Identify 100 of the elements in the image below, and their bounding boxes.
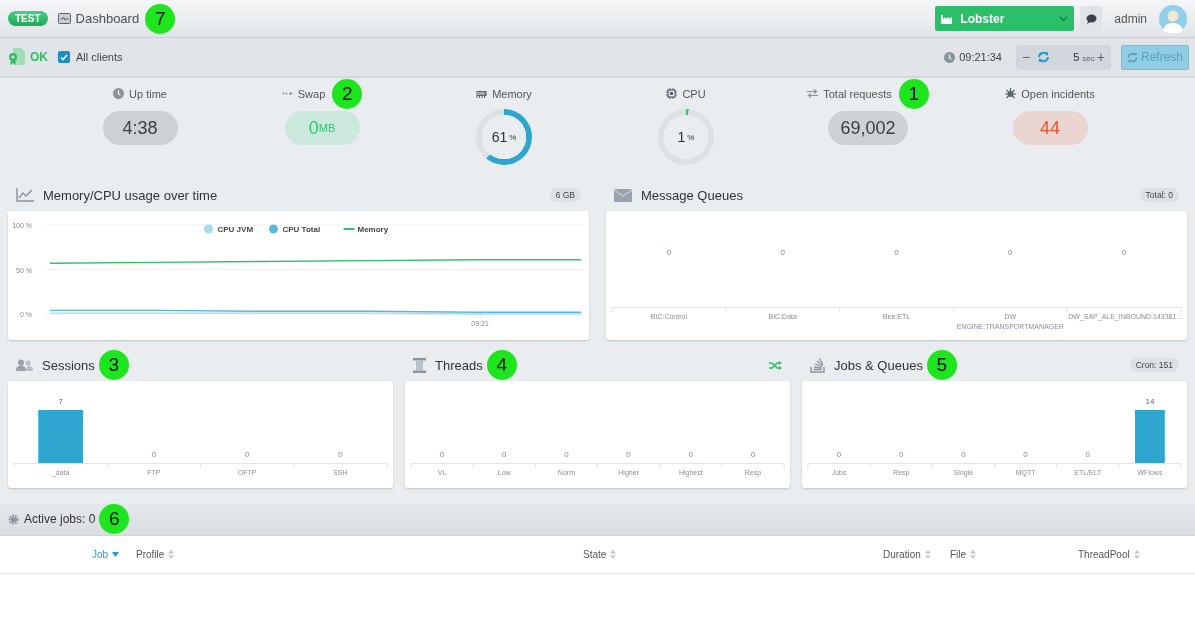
spool-icon [413,357,426,373]
panel-title: Sessions [42,357,95,373]
column-header[interactable]: File [950,549,1078,560]
data-label: 0 [666,248,672,258]
user-avatar[interactable] [1159,4,1187,33]
certificate-icon [8,48,25,66]
users-icon [16,359,33,371]
clock-time: 09:21:34 [959,51,1002,63]
sort-icon [168,550,175,559]
bar [38,410,83,463]
environment-badge: TEST [8,11,48,26]
data-label: 0 [780,248,785,258]
data-label: 0 [750,450,756,459]
number-marker: 2 [332,78,363,109]
page-title: Dashboard [75,11,140,26]
panel-title: Memory/CPU usage over time [43,187,218,203]
exchange-icon [807,88,819,99]
panel-title: Message Queues [641,187,743,203]
check-icon [60,53,68,61]
checkbox[interactable] [58,51,70,63]
burst-icon [1005,88,1017,99]
decrease-button[interactable]: − [1019,50,1033,64]
stat-value: 0MB [284,111,360,145]
factory-icon [941,13,955,24]
data-label: 0 [151,450,157,459]
legend-label: Memory [357,225,389,234]
clock-icon [944,51,956,63]
number-marker: 6 [99,504,130,534]
user-name: admin [1114,11,1147,26]
data-label: 0 [961,450,966,459]
data-label: 0 [1121,248,1127,258]
stat-label: Up time [129,87,167,100]
stat-label: Memory [492,87,532,100]
column-header[interactable]: ThreadPool [1078,549,1195,560]
chat-icon [1085,13,1097,24]
data-label: 0 [894,248,899,258]
number-marker: 1 [898,78,929,109]
data-label: 14 [1145,397,1155,406]
sort-icon [610,550,617,559]
gauge: 61% [476,109,532,165]
stat-label: Swap [297,87,326,100]
sort-icon [970,550,977,559]
chat-button[interactable] [1080,6,1103,31]
stat-label: Open incidents [1021,87,1095,100]
increase-button[interactable]: + [1094,50,1107,64]
sort-icon [924,550,931,559]
legend-label: CPU Total [282,225,321,234]
data-label: 0 [244,450,250,459]
data-label: 0 [688,450,693,459]
data-label: 0 [564,450,569,459]
interval-value: 5 sec [1073,51,1095,63]
tray-stack-icon [810,357,825,373]
checkbox-label[interactable]: All clients [76,51,123,63]
line-chart-icon [16,188,34,202]
count-badge: 6 GB [549,188,581,202]
envelope-icon [614,188,632,202]
legend-item: CPU JVM [204,224,254,234]
panel-title: Threads [435,357,483,373]
refresh-icon [1126,51,1138,63]
legend-item: CPU Total [269,224,321,234]
column-header[interactable]: Duration [883,549,950,560]
stat-label: Total requests [823,87,892,100]
data-label: 0 [1085,450,1090,459]
column-header[interactable]: State [583,549,883,560]
shuffle-icon[interactable] [769,360,782,370]
number-marker: 5 [926,350,957,380]
data-label: 0 [338,450,343,459]
sort-down-icon [112,552,120,557]
legend-item: Memory [342,225,389,234]
bar [1135,410,1165,463]
number-marker: 4 [486,350,517,380]
count-badge: Cron: 151 [1129,358,1179,372]
data-label: 0 [439,450,445,459]
clock-icon [113,88,125,99]
chevron-down-icon [1059,15,1069,22]
data-label: 0 [836,450,842,459]
legend-label: CPU JVM [217,225,254,234]
count-badge: Total: 0 [1139,188,1179,202]
section-title: Active jobs: 0 [24,512,96,526]
data-label: 0 [502,450,507,459]
number-marker: 7 [145,3,176,34]
gear-icon [8,513,19,525]
stat-value: 69,002 [828,111,908,145]
data-label: 0 [626,450,631,459]
stat-value: 4:38 [102,111,178,145]
memory-icon [476,88,488,99]
panel-title: Jobs & Queues [834,357,923,373]
dashboard-icon [57,13,71,24]
gauge: 1% [658,109,714,165]
chip-icon [666,88,678,99]
data-label: 0 [899,450,904,459]
data-label: 0 [1008,248,1013,258]
number-marker: 3 [98,350,129,380]
data-label: 7 [58,397,63,406]
stat-label: CPU [682,87,706,100]
stat-value: 44 [1012,111,1088,145]
sort-icon [1133,550,1140,559]
status-text: OK [30,50,48,64]
refresh-icon[interactable] [1037,51,1051,63]
column-header[interactable]: Profile [136,549,583,560]
